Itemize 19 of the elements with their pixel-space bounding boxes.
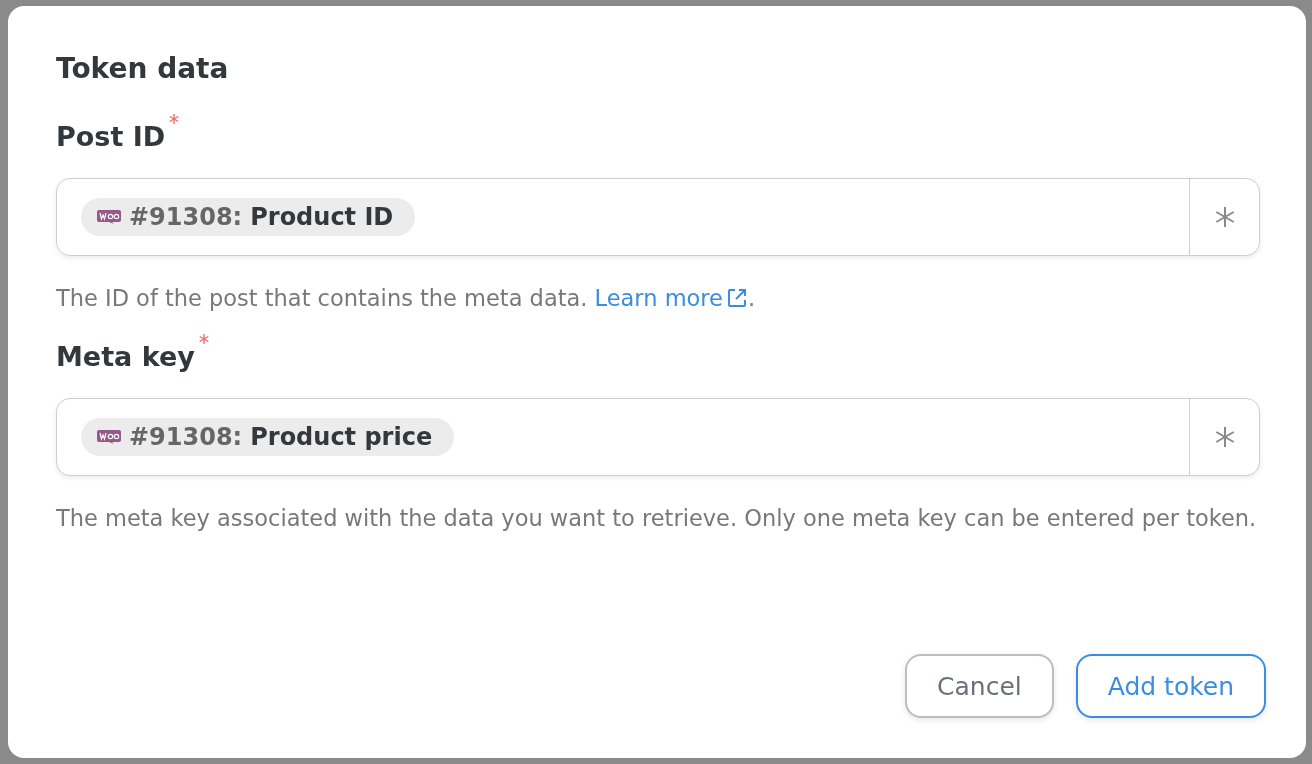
asterisk-icon	[1213, 206, 1236, 228]
help-text: The ID of the post that contains the meta data. Learn more .	[56, 284, 757, 313]
token-chip[interactable]: #91308: Product ID	[81, 198, 416, 236]
asterisk-icon	[1213, 426, 1236, 448]
token-source: #91308:	[129, 423, 243, 451]
token-source: #91308:	[129, 203, 243, 231]
token-chip[interactable]: #91308: Product price	[81, 418, 455, 456]
help-text: The meta key associated with the data you want to retrieve. Only one meta key can be entered per token.	[56, 504, 1258, 533]
token-name: Product price	[250, 423, 433, 451]
token-input-field[interactable]: #91308: Product ID	[56, 178, 1260, 256]
field-label: Meta key	[56, 340, 195, 374]
woo-icon	[97, 210, 121, 224]
field-label: Post ID	[56, 120, 166, 154]
external-link-icon	[725, 287, 748, 309]
dialog-title: Token data	[56, 52, 230, 86]
token-input-field[interactable]: #91308: Product price	[56, 398, 1260, 476]
token-name: Product ID	[250, 203, 394, 231]
cancel-button[interactable]: Cancel	[905, 654, 1054, 718]
woo-icon	[97, 430, 121, 444]
